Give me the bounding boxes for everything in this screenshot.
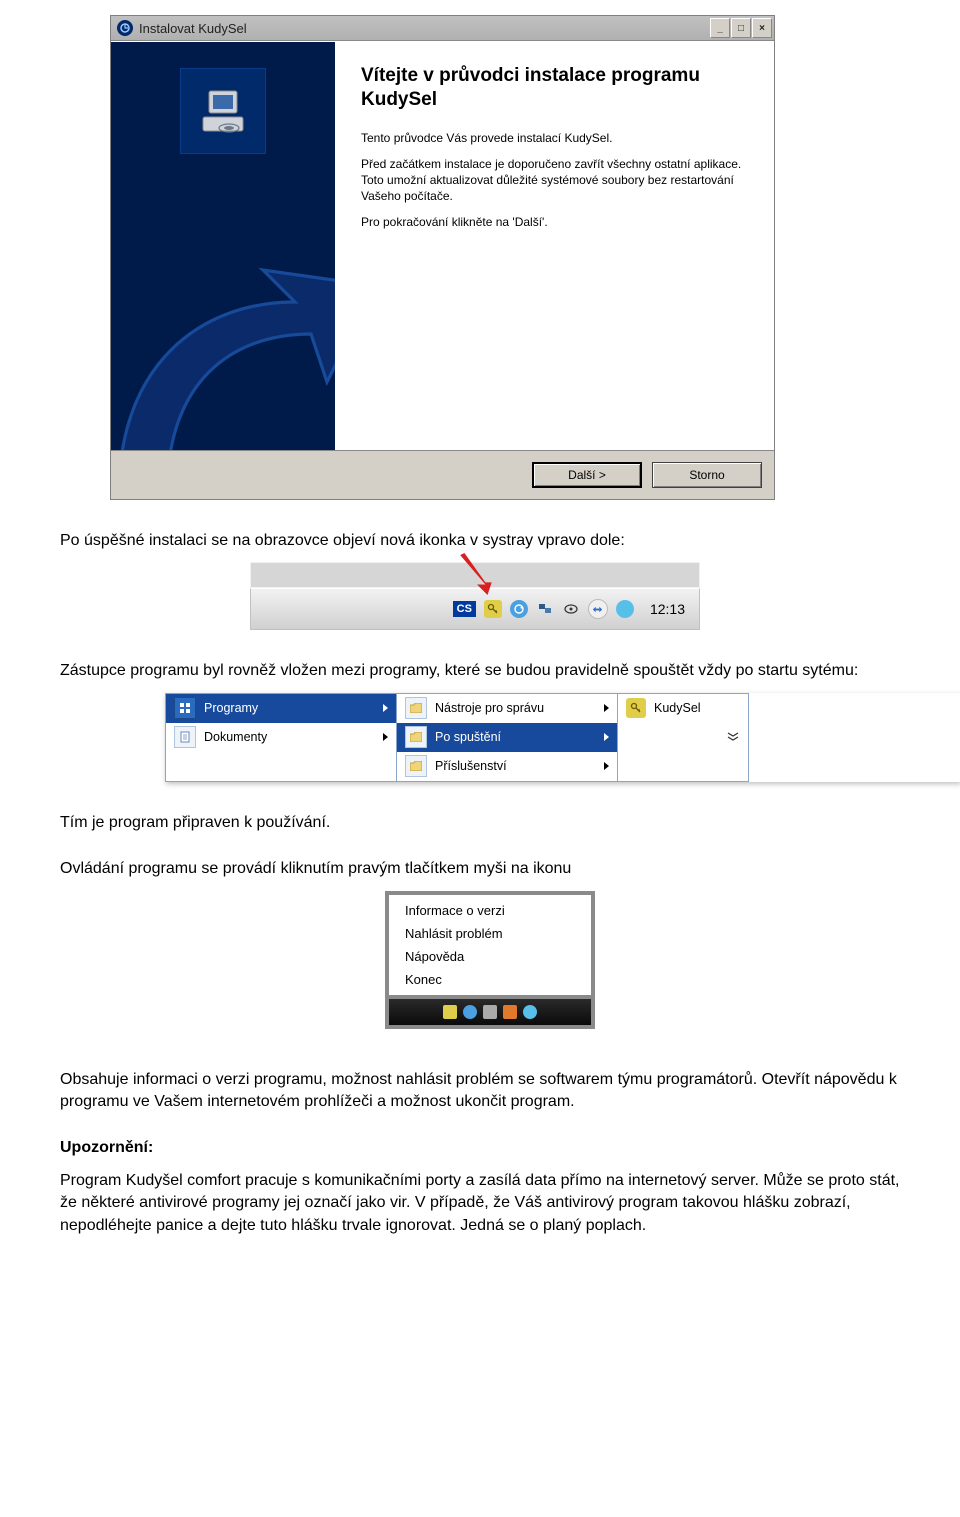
doc-paragraph-5: Obsahuje informaci o verzi programu, mož… — [60, 1069, 900, 1114]
arrow-pointer-icon — [456, 553, 498, 595]
sm-expand[interactable] — [618, 723, 748, 752]
next-button[interactable]: Další > — [532, 462, 642, 488]
cancel-button[interactable]: Storno — [652, 462, 762, 488]
doc-paragraph-2: Zástupce programu byl rovněž vložen mezi… — [60, 660, 900, 682]
ctx-info[interactable]: Informace o verzi — [389, 899, 591, 922]
computer-icon — [180, 68, 266, 154]
close-button[interactable]: × — [752, 18, 772, 38]
documents-icon — [174, 726, 196, 748]
tray-cyan-icon — [523, 1005, 537, 1019]
sm-programs-label: Programy — [204, 701, 258, 715]
ctx-tray-bar — [385, 999, 595, 1029]
folder-icon — [405, 726, 427, 748]
tray-key-icon — [443, 1005, 457, 1019]
clock[interactable]: 12:13 — [650, 601, 685, 617]
ctx-exit[interactable]: Konec — [389, 968, 591, 991]
installer-paragraph-1: Tento průvodce Vás provede instalací Kud… — [361, 130, 752, 146]
doc-paragraph-4: Ovládání programu se provádí kliknutím p… — [60, 858, 900, 880]
installer-window: Instalovat KudySel _ □ × — [110, 15, 775, 500]
ctx-help[interactable]: Nápověda — [389, 945, 591, 968]
tray-net-icon — [483, 1005, 497, 1019]
sm-startup[interactable]: Po spuštění — [397, 723, 617, 752]
warning-label: Upozornění: — [60, 1137, 900, 1159]
sm-startup-label: Po spuštění — [435, 730, 501, 744]
ctx-report[interactable]: Nahlásit problém — [389, 922, 591, 945]
installer-paragraph-3: Pro pokračování klikněte na 'Další'. — [361, 214, 752, 230]
tray-blue-icon — [463, 1005, 477, 1019]
key-icon — [626, 698, 646, 718]
installer-paragraph-2: Před začátkem instalace je doporučeno za… — [361, 156, 752, 205]
tray-orange-icon — [503, 1005, 517, 1019]
sm-admin-tools[interactable]: Nástroje pro správu — [397, 694, 617, 723]
sm-programs[interactable]: Programy — [166, 694, 396, 723]
sync-tray-icon[interactable] — [510, 600, 528, 618]
installer-title: Instalovat KudySel — [139, 21, 710, 36]
network-tray-icon[interactable] — [536, 600, 554, 618]
programs-icon — [174, 697, 196, 719]
systray-screenshot: CS 12:13 — [250, 562, 700, 630]
chevron-down-icon — [726, 730, 740, 745]
language-badge[interactable]: CS — [453, 601, 476, 617]
sm-kudysel-label: KudySel — [654, 701, 701, 715]
folder-icon — [405, 697, 427, 719]
minimize-button[interactable]: _ — [710, 18, 730, 38]
sm-kudysel[interactable]: KudySel — [618, 694, 748, 723]
doc-paragraph-6: Program Kudyšel comfort pracuje s komuni… — [60, 1170, 900, 1237]
doc-paragraph-1: Po úspěšné instalaci se na obrazovce obj… — [60, 530, 900, 552]
app-tray-icon[interactable] — [616, 600, 634, 618]
sm-documents[interactable]: Dokumenty — [166, 723, 396, 752]
sm-admin-label: Nástroje pro správu — [435, 701, 544, 715]
sm-accessories[interactable]: Příslušenství — [397, 752, 617, 781]
startmenu-screenshot: Programy Dokumenty Nástroje pro správu — [165, 693, 960, 782]
volume-tray-icon[interactable] — [562, 600, 580, 618]
contextmenu-screenshot: Informace o verzi Nahlásit problém Nápov… — [385, 891, 595, 1029]
installer-sidebar-graphic — [111, 42, 335, 450]
sm-accessories-label: Příslušenství — [435, 759, 507, 773]
doc-paragraph-3: Tím je program připraven k používání. — [60, 812, 900, 834]
maximize-button[interactable]: □ — [731, 18, 751, 38]
folder-icon — [405, 755, 427, 777]
sm-documents-label: Dokumenty — [204, 730, 267, 744]
installer-heading: Vítejte v průvodci instalace programu Ku… — [361, 64, 752, 112]
teamviewer-tray-icon[interactable] — [588, 599, 608, 619]
kudysel-tray-icon[interactable] — [484, 600, 502, 618]
installer-app-icon — [117, 20, 133, 36]
installer-titlebar: Instalovat KudySel _ □ × — [111, 16, 774, 41]
